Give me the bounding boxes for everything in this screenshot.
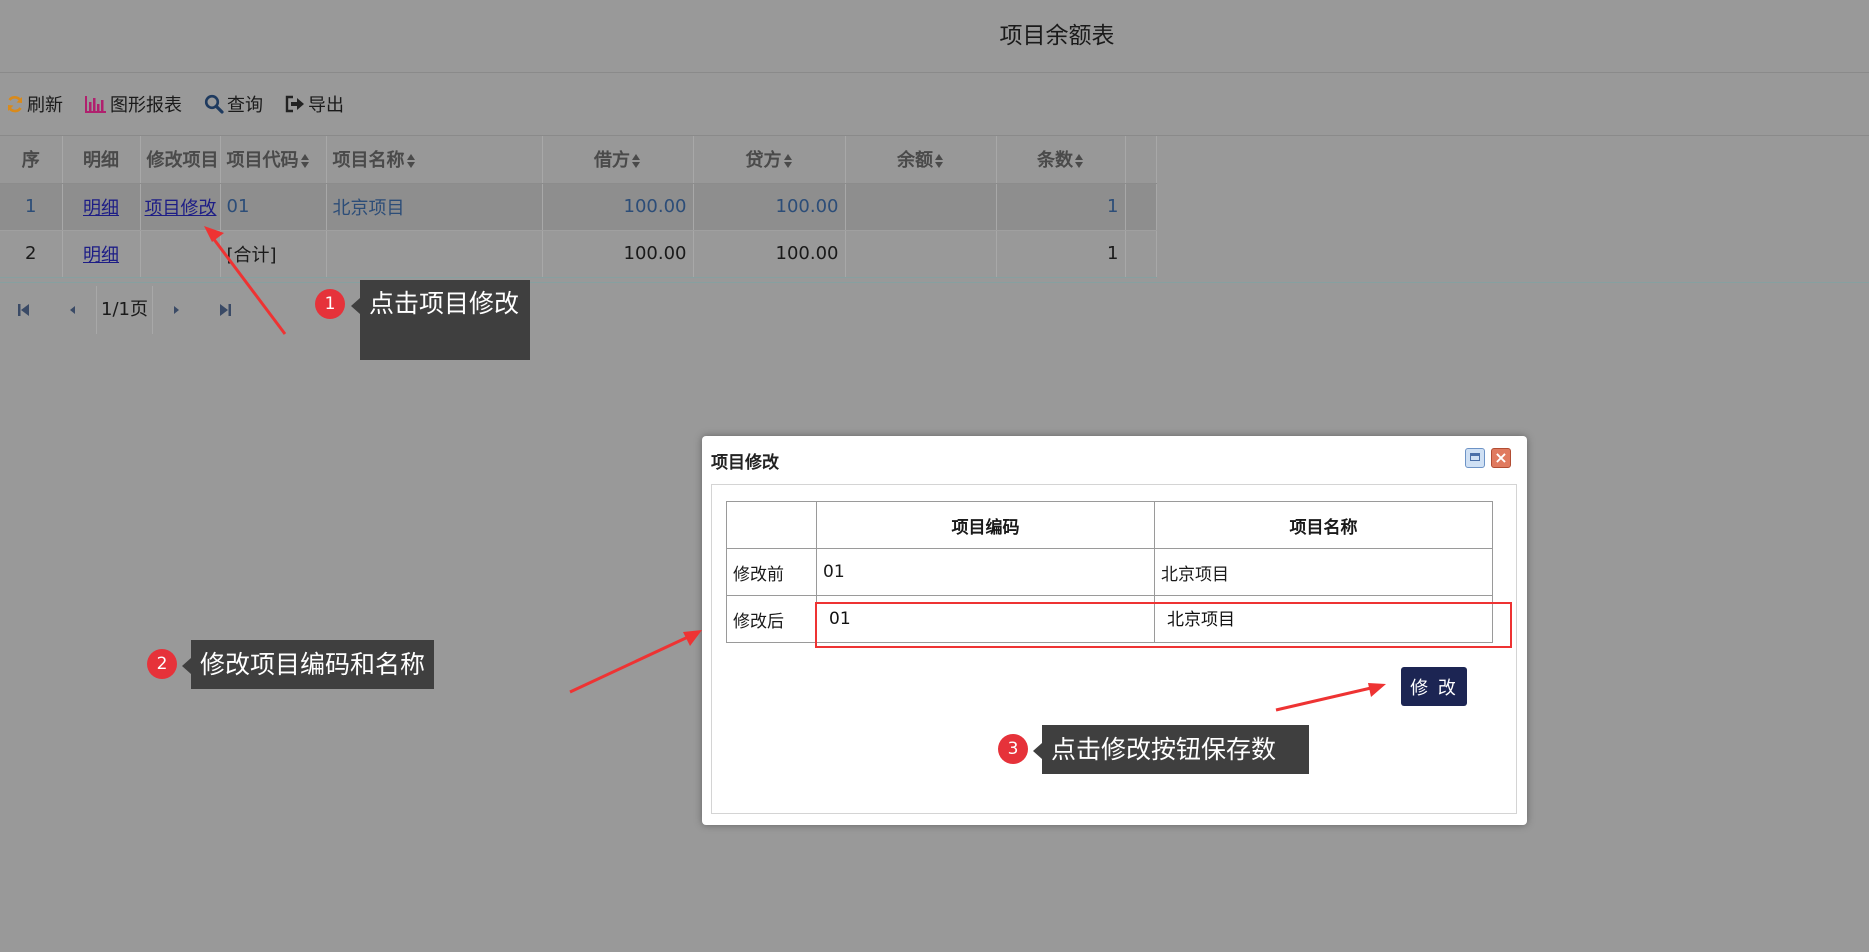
- cell-credit: 100.00: [693, 183, 846, 231]
- cell-count: 1: [996, 230, 1126, 278]
- cell-name: 北京项目: [326, 183, 543, 231]
- cell-code: [合计]: [220, 230, 327, 278]
- export-icon: [285, 95, 304, 113]
- sort-icon: [935, 154, 944, 169]
- next-page-icon: [173, 306, 179, 314]
- title-divider: [0, 72, 1869, 73]
- export-label: 导出: [308, 95, 344, 116]
- step-badge-1: 1: [315, 289, 345, 319]
- sort-icon: [632, 154, 641, 169]
- step-badge-2: 2: [147, 649, 177, 679]
- cell-detail: 明细: [62, 183, 141, 231]
- chart-report-button[interactable]: 图形报表: [85, 91, 182, 117]
- page-title: 项目余额表: [999, 23, 1115, 49]
- cell-debit: 100.00: [542, 230, 694, 278]
- page-info: 1/1页: [96, 286, 153, 334]
- last-page-icon: [219, 304, 231, 316]
- grid-bottom-divider: [0, 282, 1869, 283]
- form-col-code: 项目编码: [816, 501, 1155, 549]
- close-icon[interactable]: ×: [1491, 448, 1511, 468]
- first-page-button[interactable]: [0, 286, 48, 334]
- last-page-button[interactable]: [201, 286, 249, 334]
- first-page-icon: [18, 304, 29, 316]
- chart-report-label: 图形报表: [110, 95, 182, 116]
- maximize-icon[interactable]: [1465, 448, 1485, 468]
- dialog-title: 项目修改: [711, 453, 779, 473]
- cell-seq: 1: [0, 183, 63, 231]
- refresh-icon: [7, 96, 23, 113]
- cell-name: [326, 230, 543, 278]
- cell-balance: [845, 183, 997, 231]
- col-credit[interactable]: 贷方: [693, 136, 846, 184]
- form-corner-cell: [726, 501, 817, 549]
- after-label: 修改后: [726, 595, 817, 643]
- prev-page-button[interactable]: [48, 286, 96, 334]
- sort-icon: [406, 154, 416, 169]
- bar-chart-icon: [85, 96, 106, 113]
- table-header-row: 序 明细 修改项目 项目代码 项目名称 借方 贷方 余额 条数: [0, 136, 1157, 184]
- arrow-2-head: [683, 630, 702, 646]
- cell-edit: [140, 230, 221, 278]
- detail-link[interactable]: 明细: [83, 198, 119, 219]
- callout-2: 修改项目编码和名称: [182, 640, 434, 689]
- sort-icon: [300, 154, 310, 169]
- col-debit[interactable]: 借方: [542, 136, 694, 184]
- callout-3: 点击修改按钮保存数据: [1033, 725, 1309, 813]
- cell-code: 01: [220, 183, 327, 231]
- before-name: 北京项目: [1154, 548, 1493, 596]
- prev-page-icon: [70, 306, 75, 314]
- toolbar: 刷新 图形报表 查询 导出: [6, 88, 344, 120]
- step-badge-3: 3: [998, 734, 1028, 764]
- edit-project-link[interactable]: 项目修改: [145, 198, 217, 219]
- col-edit: 修改项目: [140, 136, 221, 184]
- cell-debit: 100.00: [542, 183, 694, 231]
- col-seq: 序: [0, 136, 63, 184]
- cell-filler: [1125, 183, 1157, 231]
- sort-icon: [1075, 154, 1084, 169]
- col-code[interactable]: 项目代码: [220, 136, 327, 184]
- sort-icon: [783, 154, 793, 169]
- highlight-box: [815, 602, 1512, 648]
- next-page-button[interactable]: [153, 286, 201, 334]
- query-button[interactable]: 查询: [204, 91, 263, 117]
- cell-balance: [845, 230, 997, 278]
- query-label: 查询: [227, 95, 263, 116]
- before-label: 修改前: [726, 548, 817, 596]
- cell-seq: 2: [0, 230, 63, 278]
- refresh-button[interactable]: 刷新: [6, 91, 63, 117]
- cell-edit: 项目修改: [140, 183, 221, 231]
- submit-edit-button[interactable]: 修 改: [1401, 667, 1467, 706]
- before-row: 修改前 01 北京项目: [726, 548, 1493, 596]
- cell-detail: 明细: [62, 230, 141, 278]
- form-col-name: 项目名称: [1154, 501, 1493, 549]
- search-icon: [204, 94, 224, 114]
- table-row[interactable]: 2 明细 [合计] 100.00 100.00 1: [0, 230, 1157, 278]
- arrow-2-line: [569, 635, 689, 694]
- col-filler: [1125, 136, 1157, 184]
- table-row[interactable]: 1 明细 项目修改 01 北京项目 100.00 100.00 1: [0, 183, 1157, 231]
- callout-1: 点击项目修改: [351, 280, 530, 360]
- before-code: 01: [816, 548, 1155, 596]
- pagination: 1/1页: [0, 286, 249, 334]
- cell-count: 1: [996, 183, 1126, 231]
- col-detail: 明细: [62, 136, 141, 184]
- refresh-label: 刷新: [27, 95, 63, 116]
- cell-filler: [1125, 230, 1157, 278]
- form-header-row: 项目编码 项目名称: [726, 501, 1493, 549]
- col-name[interactable]: 项目名称: [326, 136, 543, 184]
- balance-table: 序 明细 修改项目 项目代码 项目名称 借方 贷方 余额 条数 1 明细 项目修…: [0, 136, 1157, 278]
- cell-credit: 100.00: [693, 230, 846, 278]
- detail-link[interactable]: 明细: [83, 245, 119, 266]
- col-count[interactable]: 条数: [996, 136, 1126, 184]
- col-balance[interactable]: 余额: [845, 136, 997, 184]
- export-button[interactable]: 导出: [285, 91, 344, 117]
